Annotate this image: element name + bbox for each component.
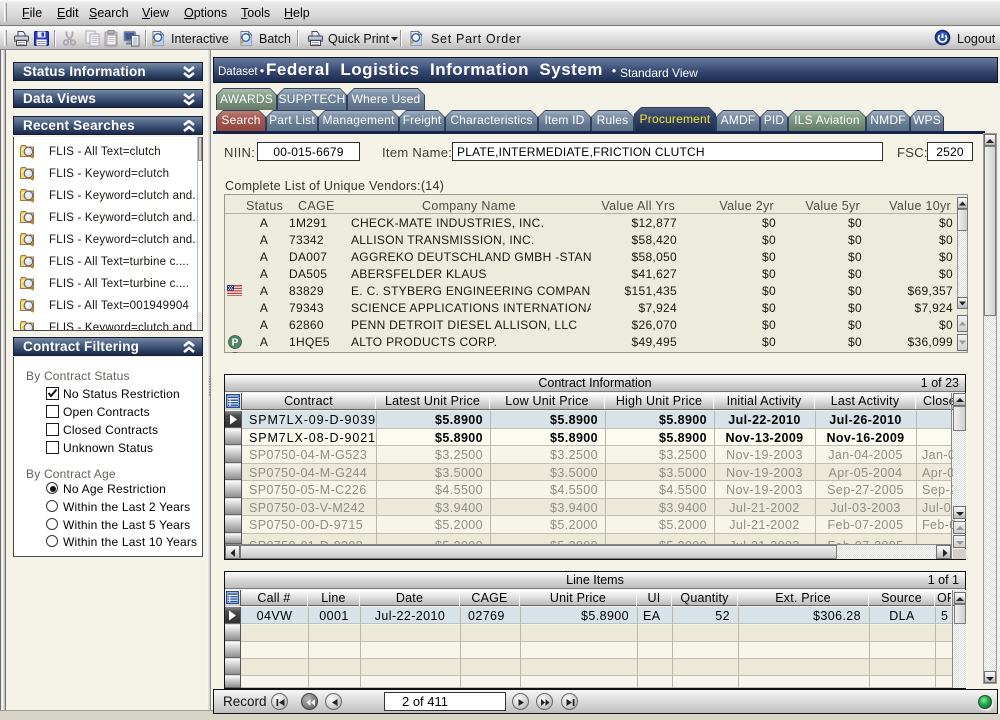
svg-text:P: P [232,338,239,349]
